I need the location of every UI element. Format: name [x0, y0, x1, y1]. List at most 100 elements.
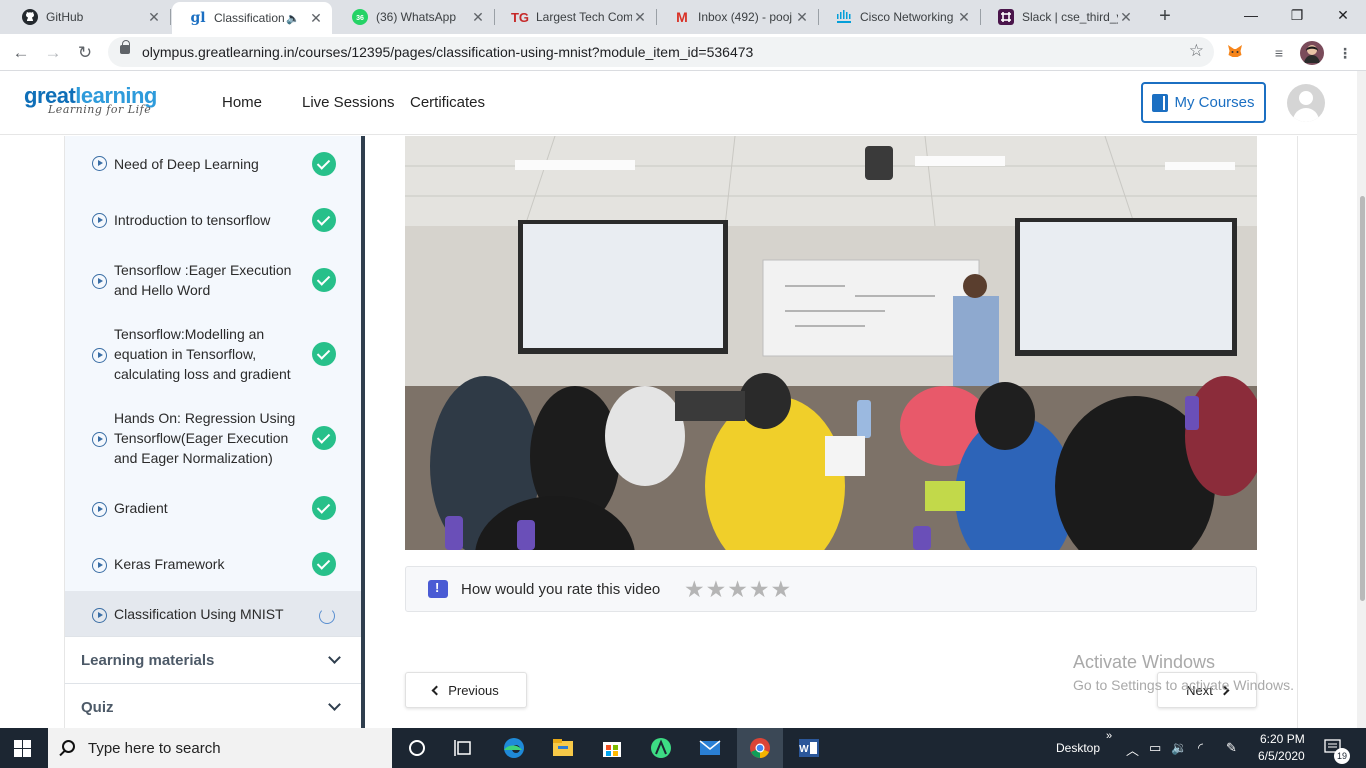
chevron-up-icon[interactable]: ︿: [1126, 740, 1139, 759]
address-bar[interactable]: olympus.greatlearning.in/courses/12395/p…: [108, 37, 1214, 67]
pen-icon[interactable]: ✎: [1226, 740, 1237, 756]
section-quiz[interactable]: Quiz: [65, 683, 362, 730]
minimize-button[interactable]: —: [1228, 0, 1274, 32]
video-player[interactable]: [405, 136, 1257, 550]
check-circle-icon: [312, 496, 336, 520]
whatsapp-icon: 36: [352, 9, 368, 25]
lock-icon: [120, 40, 130, 54]
speaker-icon[interactable]: 🔈: [286, 12, 300, 25]
play-circle-icon: [92, 608, 107, 623]
metamask-extension-icon[interactable]: [1224, 42, 1246, 64]
star-icon[interactable]: ★: [749, 576, 771, 602]
site-header: greatlearning Learning for Life Home Liv…: [0, 71, 1366, 135]
play-circle-icon: [92, 156, 107, 171]
battery-icon[interactable]: ▭: [1149, 740, 1161, 756]
star-icon[interactable]: ★: [684, 576, 706, 602]
sidebar-lesson[interactable]: Tensorflow :Eager Execution and Hello Wo…: [65, 260, 362, 302]
wifi-icon[interactable]: ◜: [1198, 740, 1203, 756]
page-scrollbar-thumb[interactable]: [1360, 196, 1365, 601]
sidebar-lesson[interactable]: Keras Framework: [65, 550, 362, 578]
browser-toolbar: ← → ↻ olympus.greatlearning.in/courses/1…: [0, 34, 1366, 71]
cortana-icon[interactable]: [404, 736, 430, 760]
tab-whatsapp[interactable]: 36 (36) WhatsApp ✕: [334, 0, 494, 34]
clock-time[interactable]: 6:20 PM: [1260, 732, 1305, 746]
tab-tech-community[interactable]: TG Largest Tech Comm ✕: [494, 0, 656, 34]
star-icon[interactable]: ★: [706, 576, 728, 602]
taskbar-search-input[interactable]: Type here to search: [48, 728, 392, 768]
volume-icon[interactable]: 🔉: [1171, 740, 1187, 756]
close-tab-icon[interactable]: ✕: [470, 9, 486, 26]
star-rating[interactable]: ★★★★★: [684, 576, 792, 603]
activate-windows-subtitle: Go to Settings to activate Windows.: [1073, 677, 1294, 693]
chevron-right-double-icon[interactable]: »: [1106, 730, 1112, 742]
play-circle-icon: [92, 348, 107, 363]
android-studio-icon[interactable]: [648, 736, 674, 760]
url-text[interactable]: olympus.greatlearning.in/courses/12395/p…: [142, 44, 753, 60]
back-button[interactable]: ←: [8, 40, 34, 66]
chrome-menu-icon[interactable]: ⋮: [1334, 42, 1356, 64]
restore-button[interactable]: ❐: [1274, 0, 1320, 32]
github-icon: [22, 9, 38, 25]
sidebar-lesson[interactable]: Need of Deep Learning: [65, 150, 362, 178]
search-icon: [62, 740, 75, 753]
tab-gmail[interactable]: M Inbox (492) - pooj ✕: [656, 0, 818, 34]
nav-certificates[interactable]: Certificates: [410, 94, 485, 111]
sidebar-lesson[interactable]: Gradient: [65, 494, 362, 522]
slack-icon: [998, 9, 1014, 25]
in-progress-icon: [319, 608, 335, 624]
star-icon[interactable]: ★: [727, 576, 749, 602]
file-explorer-icon[interactable]: [550, 736, 576, 760]
content-border: [1297, 136, 1298, 728]
activate-windows-title: Activate Windows: [1073, 652, 1216, 672]
section-learning-materials[interactable]: Learning materials: [65, 636, 362, 683]
star-icon[interactable]: ★: [771, 576, 793, 602]
new-tab-button[interactable]: +: [1154, 5, 1176, 27]
svg-text:36: 36: [356, 15, 364, 22]
word-icon[interactable]: W: [796, 736, 822, 760]
tg-icon: TG: [510, 9, 530, 25]
sidebar-lesson[interactable]: Tensorflow:Modelling an equation in Tens…: [65, 324, 362, 386]
close-tab-icon[interactable]: ✕: [308, 10, 324, 27]
cisco-icon: [836, 9, 852, 25]
close-tab-icon[interactable]: ✕: [1118, 9, 1134, 26]
user-avatar[interactable]: [1287, 84, 1325, 122]
close-tab-icon[interactable]: ✕: [146, 9, 162, 26]
reload-button[interactable]: ↻: [72, 40, 98, 66]
task-view-icon[interactable]: [451, 736, 477, 760]
mail-icon[interactable]: [697, 736, 723, 760]
play-circle-icon: [92, 274, 107, 289]
desktop-toolbar-label[interactable]: Desktop: [1056, 741, 1100, 755]
nav-live-sessions[interactable]: Live Sessions: [302, 94, 395, 111]
close-tab-icon[interactable]: ✕: [794, 9, 810, 26]
tab-cisco[interactable]: Cisco Networking ✕: [818, 0, 980, 34]
greatlearning-icon: gl: [190, 10, 206, 26]
tab-classification[interactable]: gl Classification 🔈 ✕: [172, 2, 332, 34]
tab-slack[interactable]: Slack | cse_third_ye ✕: [980, 0, 1142, 34]
sidebar-lesson-current[interactable]: Classification Using MNIST: [65, 591, 362, 636]
sidebar-lesson[interactable]: Hands On: Regression Using Tensorflow(Ea…: [65, 408, 362, 470]
course-sidebar: Need of Deep Learning Introduction to te…: [64, 136, 362, 730]
previous-button[interactable]: Previous: [405, 672, 527, 708]
forward-button[interactable]: →: [40, 40, 66, 66]
bookmark-star-icon[interactable]: ☆: [1189, 41, 1204, 61]
close-window-button[interactable]: ✕: [1320, 0, 1366, 32]
play-circle-icon: [92, 558, 107, 573]
chrome-icon[interactable]: [747, 736, 773, 760]
clock-date[interactable]: 6/5/2020: [1258, 749, 1305, 763]
logo-tagline: Learning for Life: [48, 103, 152, 116]
edge-icon[interactable]: [501, 736, 527, 760]
media-queue-icon[interactable]: ≡: [1268, 42, 1290, 64]
sidebar-lesson[interactable]: Introduction to tensorflow: [65, 206, 362, 234]
play-circle-icon: [92, 213, 107, 228]
windows-start-icon[interactable]: [14, 740, 31, 757]
close-tab-icon[interactable]: ✕: [632, 9, 648, 26]
tab-github[interactable]: GitHub ✕: [4, 0, 170, 34]
notification-count-badge: 19: [1334, 748, 1350, 764]
store-icon[interactable]: [599, 736, 625, 760]
my-courses-button[interactable]: My Courses: [1141, 82, 1266, 123]
nav-home[interactable]: Home: [222, 94, 262, 111]
profile-avatar[interactable]: [1300, 41, 1324, 65]
chevron-left-icon: [431, 685, 442, 695]
book-icon: [1152, 93, 1169, 112]
close-tab-icon[interactable]: ✕: [956, 9, 972, 26]
